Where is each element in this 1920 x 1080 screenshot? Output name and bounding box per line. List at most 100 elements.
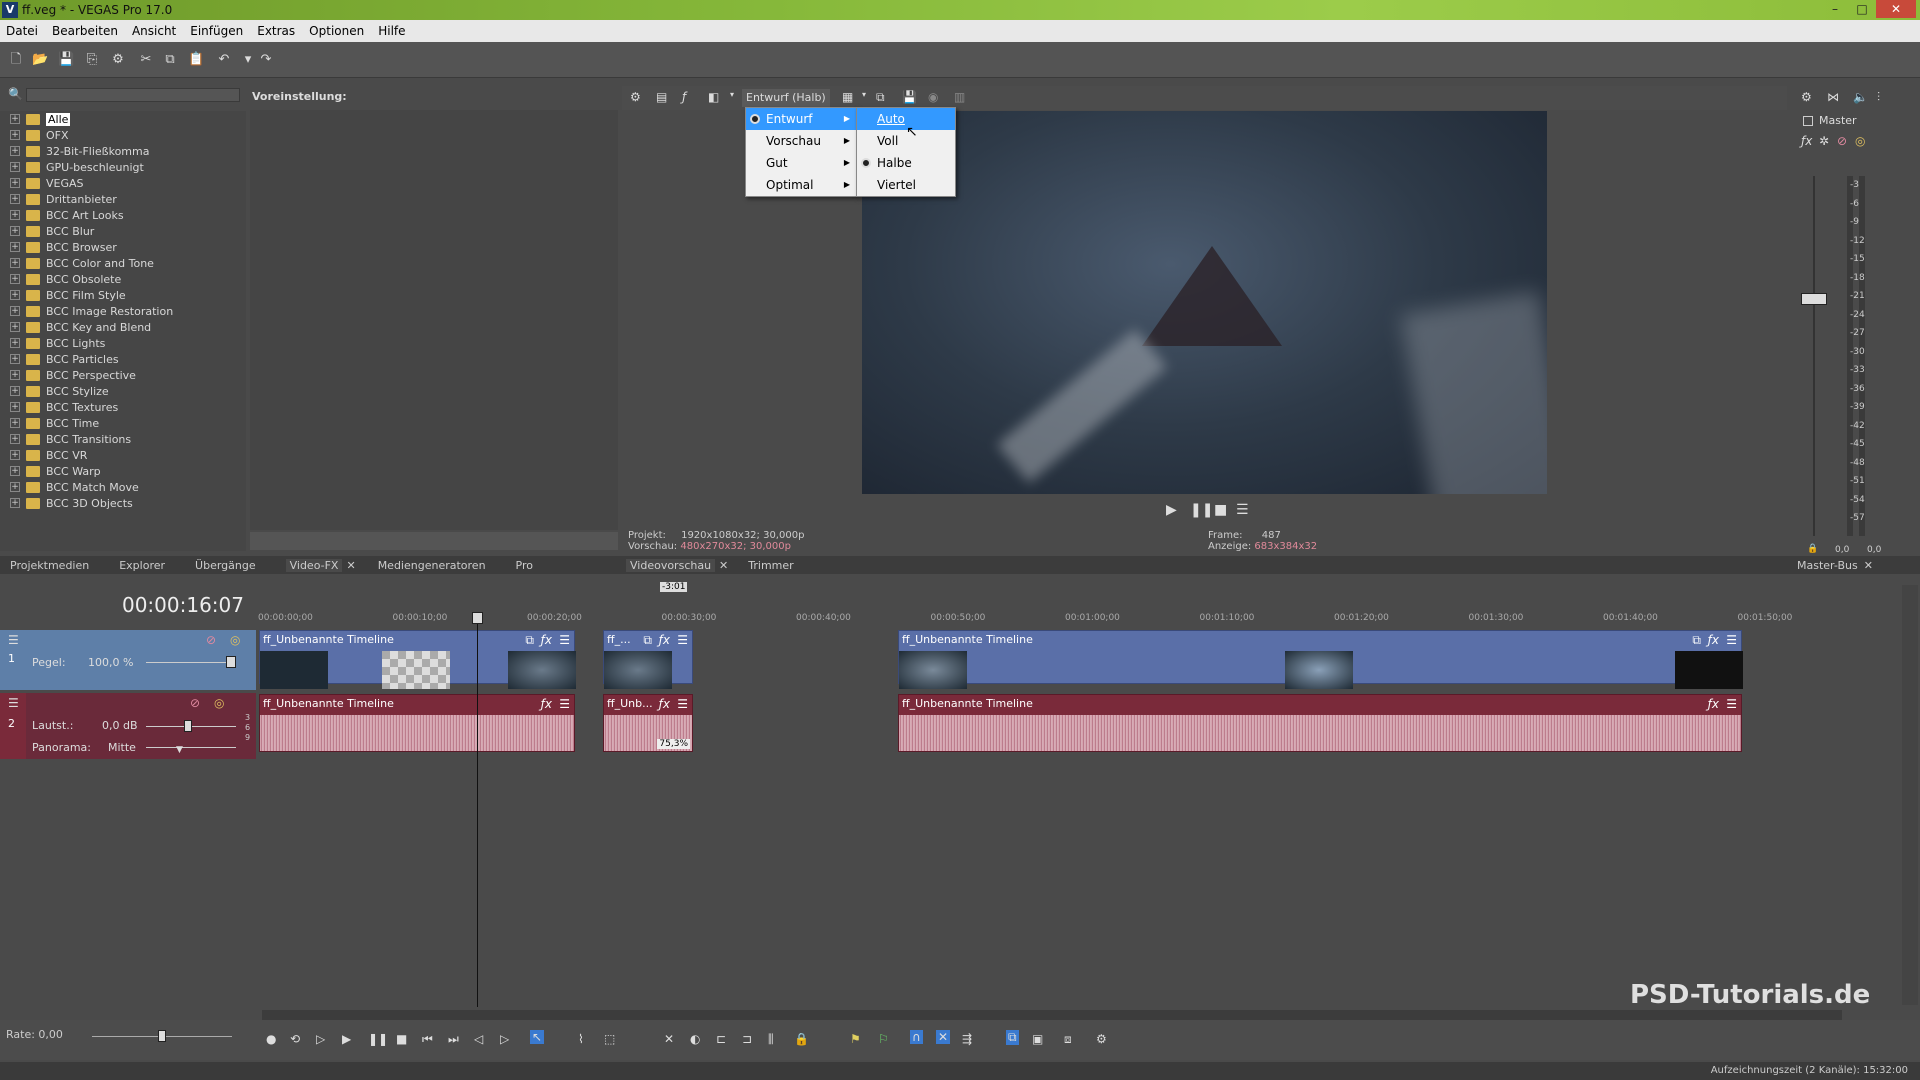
overlays-dropdown-icon[interactable]: ▾ — [862, 90, 866, 99]
fx-icon[interactable]: ƒx — [1708, 697, 1719, 711]
video-clip[interactable]: ff_Unbenannte Timeline ⧉ ƒx ☰ — [259, 630, 576, 689]
pause-icon[interactable]: ❚❚ — [1190, 502, 1213, 518]
mute-icon[interactable]: ⊘ — [206, 633, 216, 647]
tree-item[interactable]: + BCC Blur — [0, 223, 246, 239]
clip-menu-icon[interactable]: ☰ — [677, 633, 688, 647]
expand-icon[interactable]: + — [10, 146, 20, 156]
tab-videovorschau[interactable]: Videovorschau — [626, 558, 716, 572]
audio-monitor-icon[interactable]: ▥ — [954, 90, 965, 104]
play-icon[interactable]: ▶ — [1166, 502, 1177, 518]
audio-clip[interactable]: ff_Unbenannte Timeline ƒx ☰ — [259, 694, 575, 752]
tree-item[interactable]: + BCC 3D Objects — [0, 495, 246, 511]
expand-icon[interactable]: + — [10, 114, 20, 124]
playhead-line[interactable] — [477, 612, 478, 1007]
stop-icon[interactable]: ■ — [1214, 502, 1227, 518]
preview-settings-gear-icon[interactable]: ⚙ — [630, 90, 641, 104]
close-icon[interactable]: ✕ — [719, 559, 728, 572]
overlays-grid-icon[interactable]: ▦ — [842, 90, 853, 104]
tree-item[interactable]: + BCC Color and Tone — [0, 255, 246, 271]
split-screen-icon[interactable]: ◧ — [708, 90, 719, 104]
undo-icon[interactable]: ↶ — [216, 52, 232, 68]
search-icon[interactable]: 🔍 — [8, 87, 23, 101]
paste-icon[interactable]: 📋 — [188, 52, 204, 68]
audio-clip[interactable]: ff_Unbenannte Timeline ƒx ☰ — [898, 694, 1742, 752]
preview-menu-icon[interactable]: ☰ — [1236, 502, 1249, 518]
expand-icon[interactable]: + — [10, 418, 20, 428]
clip-menu-icon[interactable]: ☰ — [677, 697, 688, 711]
preview-quality-dropdown[interactable]: Entwurf (Halb) — [742, 89, 830, 107]
render-icon[interactable]: ⚙ — [1096, 1032, 1107, 1046]
tree-item[interactable]: + VEGAS — [0, 175, 246, 191]
tree-item[interactable]: + GPU-beschleunigt — [0, 159, 246, 175]
fx-icon[interactable]: ƒx — [541, 697, 552, 711]
submenu-item-halbe[interactable]: Halbe — [857, 152, 955, 174]
fx-icon[interactable]: ƒx — [1801, 134, 1812, 148]
tab-pro[interactable]: Pro — [516, 559, 533, 572]
tree-item[interactable]: + BCC Image Restoration — [0, 303, 246, 319]
tree-item[interactable]: + BCC Transitions — [0, 431, 246, 447]
expand-icon[interactable]: + — [10, 370, 20, 380]
rate-slider-handle[interactable] — [158, 1030, 166, 1042]
save-snapshot-icon[interactable]: 💾 — [902, 90, 917, 104]
tree-item[interactable]: + BCC Particles — [0, 351, 246, 367]
menu-hilfe[interactable]: Hilfe — [378, 24, 405, 38]
expand-icon[interactable]: + — [10, 482, 20, 492]
expand-icon[interactable]: + — [10, 322, 20, 332]
auto-crossfade-icon[interactable]: ✕ — [936, 1030, 951, 1044]
tree-item[interactable]: + BCC Lights — [0, 335, 246, 351]
expand-icon[interactable]: + — [10, 498, 20, 508]
tree-item[interactable]: + BCC Perspective — [0, 367, 246, 383]
crop-icon[interactable]: ⧉ — [643, 633, 652, 648]
tree-item[interactable]: + BCC Textures — [0, 399, 246, 415]
menu-ansicht[interactable]: Ansicht — [132, 24, 176, 38]
expand-icon[interactable]: + — [10, 306, 20, 316]
delete-icon[interactable]: ✕ — [664, 1032, 674, 1046]
auto-ripple-icon[interactable]: ⇶ — [962, 1032, 972, 1046]
automation-icon[interactable]: ✲ — [1819, 134, 1829, 148]
audio-clip[interactable]: ff_Unb... ƒx ☰ 75,3% — [603, 694, 693, 752]
copy-snapshot-icon[interactable]: ⧉ — [876, 90, 885, 105]
expand-icon[interactable]: + — [10, 258, 20, 268]
marker-icon[interactable]: ⚑ — [850, 1032, 861, 1046]
fx-icon[interactable]: ƒx — [1708, 633, 1719, 647]
lock-icon[interactable]: 🔒 — [794, 1032, 809, 1046]
cut-icon[interactable]: ✂ — [138, 52, 154, 68]
next-frame-icon[interactable]: ▷ — [500, 1032, 509, 1046]
expand-icon[interactable]: + — [10, 226, 20, 236]
clip-menu-icon[interactable]: ☰ — [559, 633, 570, 647]
open-folder-icon[interactable]: 📂 — [32, 52, 48, 68]
expand-icon[interactable]: + — [10, 434, 20, 444]
tab-projektmedien[interactable]: Projektmedien — [10, 559, 89, 572]
expand-icon[interactable]: + — [10, 210, 20, 220]
stop-icon[interactable]: ■ — [396, 1032, 407, 1046]
master-settings-gear-icon[interactable]: ⚙ — [1801, 90, 1812, 104]
play-icon[interactable]: ▶ — [342, 1032, 351, 1046]
pegel-slider-handle[interactable] — [226, 656, 236, 668]
expand-icon[interactable]: + — [10, 290, 20, 300]
tree-item[interactable]: + BCC Browser — [0, 239, 246, 255]
trim-end-icon[interactable]: ⊐ — [742, 1032, 752, 1046]
loop-icon[interactable]: ⟲ — [290, 1032, 300, 1046]
expand-icon[interactable]: + — [10, 130, 20, 140]
snapping-icon[interactable]: ∩ — [910, 1030, 923, 1044]
device-icon[interactable]: ▤ — [656, 90, 667, 104]
master-fader-handle[interactable] — [1801, 293, 1827, 305]
fx-icon[interactable]: ƒx — [659, 697, 670, 711]
split-dropdown-icon[interactable]: ▾ — [730, 90, 734, 99]
loop-marker-label[interactable]: -3:01 — [660, 582, 688, 592]
copy-icon[interactable]: ⧉ — [162, 52, 178, 68]
expand-icon[interactable]: + — [10, 386, 20, 396]
expand-icon[interactable]: + — [10, 162, 20, 172]
mute-icon[interactable]: ⊘ — [190, 696, 200, 710]
timeline-vertical-scrollbar[interactable] — [1902, 585, 1918, 1005]
expand-icon[interactable]: + — [10, 178, 20, 188]
menu-extras[interactable]: Extras — [257, 24, 295, 38]
menu-item-optimal[interactable]: Optimal ▶ — [746, 174, 856, 196]
expand-icon[interactable]: + — [10, 194, 20, 204]
tree-item[interactable]: + BCC Match Move — [0, 479, 246, 495]
close-button[interactable]: ✕ — [1876, 0, 1916, 18]
video-clip[interactable]: ff_... ⧉ ƒx ☰ — [603, 630, 693, 689]
submenu-item-viertel[interactable]: Viertel — [857, 174, 955, 196]
close-icon[interactable]: ✕ — [1864, 559, 1873, 572]
tree-item[interactable]: + BCC Stylize — [0, 383, 246, 399]
